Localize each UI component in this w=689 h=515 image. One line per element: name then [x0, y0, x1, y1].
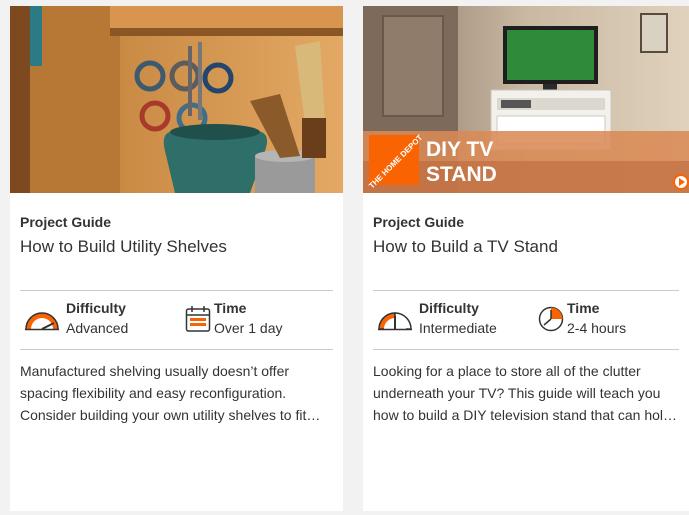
difficulty-label: Difficulty: [66, 300, 126, 316]
difficulty-value: Advanced: [66, 320, 129, 336]
banner-line-2: STAND: [426, 163, 497, 186]
description-line: Looking for a place to store all of the …: [373, 363, 641, 379]
description-line: spacing flexibility and easy reconfigura…: [20, 385, 287, 401]
description-line: underneath your TV? This guide will teac…: [373, 385, 661, 401]
difficulty-label: Difficulty: [419, 300, 479, 316]
project-image-utility-shelves[interactable]: [10, 6, 343, 193]
difficulty-value: Intermediate: [419, 320, 497, 336]
home-depot-logo: THE HOME DEPOT: [367, 133, 424, 190]
gauge-icon: [376, 307, 414, 336]
project-description: Looking for a place to store all of the …: [373, 360, 685, 426]
project-guide-label: Project Guide: [20, 214, 112, 230]
gauge-icon: [23, 307, 61, 336]
clock-icon: [538, 306, 564, 337]
description-line: how to build a DIY television stand that…: [373, 407, 678, 423]
project-description: Manufactured shelving usually doesn’t of…: [20, 360, 332, 426]
project-video-tv-stand[interactable]: THE HOME DEPOT DIY TV STAND: [363, 6, 689, 193]
project-title[interactable]: How to Build Utility Shelves: [20, 237, 333, 259]
project-title[interactable]: How to Build a TV Stand: [373, 237, 679, 259]
project-card-utility-shelves[interactable]: Project Guide How to Build Utility Shelv…: [10, 6, 343, 511]
play-icon[interactable]: [673, 174, 689, 190]
banner-line-1: DIY TV: [426, 138, 493, 161]
time-label: Time: [214, 300, 247, 316]
project-specs: Difficulty Advanced Time Over 1 day: [20, 290, 333, 350]
project-specs: Difficulty Intermediate Time 2-4 hours: [373, 290, 679, 350]
description-line: Manufactured shelving usually doesn’t of…: [20, 363, 290, 379]
tv-stand-video-thumbnail: THE HOME DEPOT DIY TV STAND: [363, 6, 689, 193]
project-card-tv-stand[interactable]: THE HOME DEPOT DIY TV STAND Project Guid…: [363, 6, 689, 511]
time-value: 2-4 hours: [567, 320, 627, 336]
time-label: Time: [567, 300, 600, 316]
description-line: Consider building your own utility shelv…: [20, 407, 321, 423]
time-value: Over 1 day: [214, 320, 283, 336]
shelves-photo: [10, 6, 343, 193]
calendar-icon: [185, 305, 211, 338]
project-guide-label: Project Guide: [373, 214, 465, 230]
